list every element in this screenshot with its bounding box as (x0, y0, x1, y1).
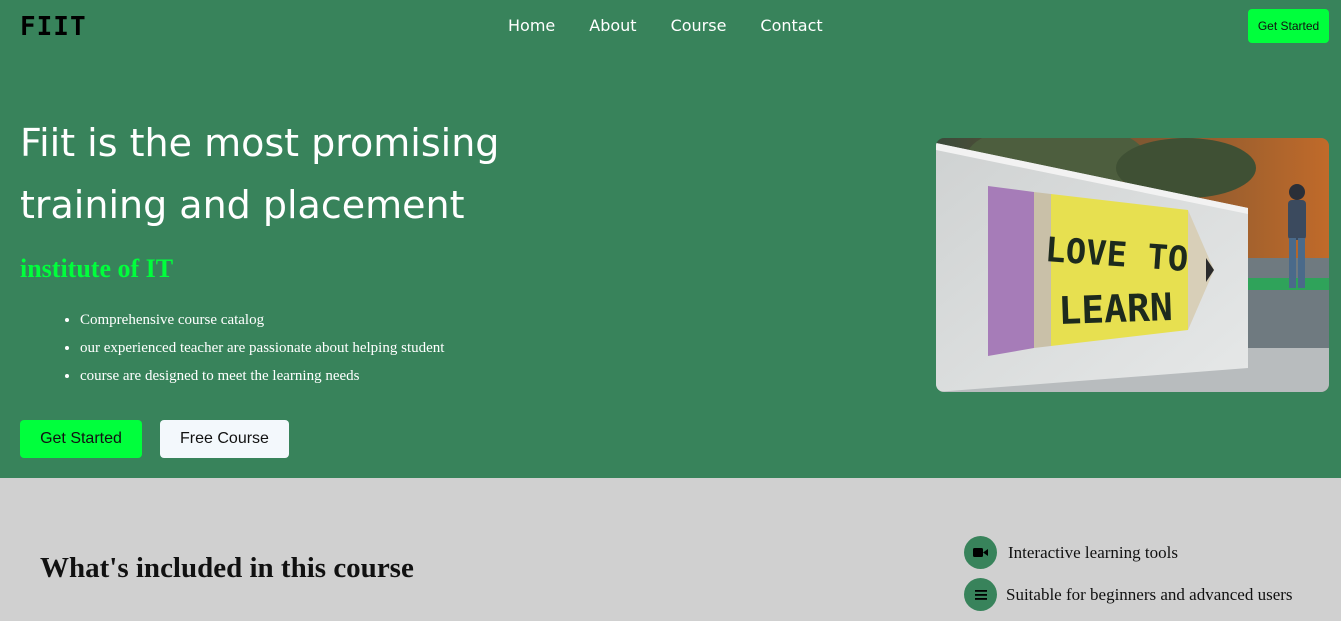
feature-item: our experienced teacher are passionate a… (80, 334, 444, 362)
included-item-label: Interactive learning tools (1008, 542, 1178, 562)
course-section-heading: What's included in this course (40, 552, 414, 584)
free-course-button[interactable]: Free Course (160, 420, 289, 458)
included-item: Suitable for beginners and advanced user… (964, 578, 1293, 611)
nav-get-started-button[interactable]: Get Started (1248, 9, 1329, 43)
nav-home-link[interactable]: Home (508, 16, 555, 35)
logo[interactable]: FIIT (20, 12, 87, 42)
main-nav: Home About Course Contact (508, 16, 823, 35)
included-item-label: Suitable for beginners and advanced user… (1006, 584, 1293, 604)
nav-about-link[interactable]: About (589, 16, 636, 35)
hero-section: FIIT Home About Course Contact Get Start… (0, 0, 1341, 478)
nav-course-link[interactable]: Course (671, 16, 727, 35)
feature-item: Comprehensive course catalog (80, 306, 444, 334)
image-sign-line2: LEARN (1058, 285, 1174, 333)
nav-contact-link[interactable]: Contact (760, 16, 822, 35)
love-to-learn-illustration: LOVE TO LEARN (936, 138, 1329, 392)
hero-subtitle: institute of IT (20, 254, 174, 283)
menu-lines-icon (964, 578, 997, 611)
feature-list: Comprehensive course catalog our experie… (60, 306, 444, 390)
hero-image: LOVE TO LEARN (936, 138, 1329, 392)
hero-title: Fiit is the most promising training and … (20, 121, 500, 227)
included-item: Interactive learning tools (964, 536, 1178, 569)
get-started-button[interactable]: Get Started (20, 420, 142, 458)
video-camera-icon (964, 536, 997, 569)
feature-item: course are designed to meet the learning… (80, 362, 444, 390)
